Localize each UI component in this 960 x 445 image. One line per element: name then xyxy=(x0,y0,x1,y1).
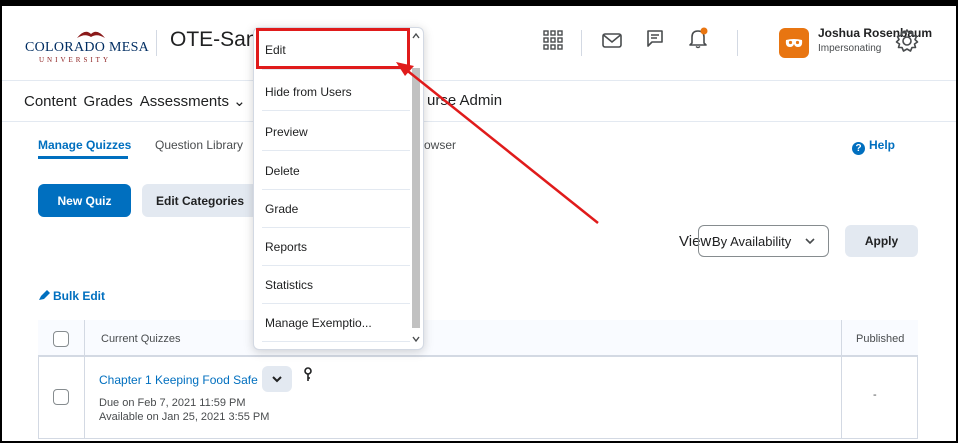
help-icon: ? xyxy=(852,142,865,155)
column-header-current-quizzes[interactable]: Current Quizzes xyxy=(101,333,180,345)
logo-mark-icon xyxy=(77,31,105,38)
edit-highlight-box xyxy=(256,28,410,69)
header-divider xyxy=(581,30,582,56)
quiz-context-menu: Edit Hide from Users Preview Delete Grad… xyxy=(253,27,424,350)
impersonation-mask-icon xyxy=(785,39,803,47)
view-select[interactable]: By Availability xyxy=(698,225,829,257)
bulk-edit-icon xyxy=(39,290,50,300)
view-select-value: By Availability xyxy=(712,233,792,249)
grid-icon[interactable] xyxy=(542,29,564,51)
chevron-down-icon xyxy=(805,238,815,245)
tab-browser[interactable]: owser xyxy=(424,138,456,152)
chat-icon[interactable] xyxy=(643,28,665,50)
logo[interactable]: COLORADO MESA UNIVERSITY xyxy=(25,28,150,68)
menu-item-preview[interactable]: Preview xyxy=(262,113,410,151)
quiz-available-date: Available on Jan 25, 2021 3:55 PM xyxy=(99,411,270,423)
header-divider xyxy=(156,30,157,56)
quiz-due-date: Due on Feb 7, 2021 11:59 PM xyxy=(99,397,246,409)
quiz-title-link[interactable]: Chapter 1 Keeping Food Safe xyxy=(99,373,258,387)
help-link[interactable]: ? Help xyxy=(852,138,895,155)
nav-item-course-admin[interactable]: urse Admin xyxy=(427,92,502,109)
apply-button[interactable]: Apply xyxy=(845,225,918,257)
new-quiz-button[interactable]: New Quiz xyxy=(38,184,131,217)
table-column-divider xyxy=(841,320,842,439)
menu-item-manage-exemptions[interactable]: Manage Exemptio... xyxy=(262,304,410,342)
nav-item-assessments[interactable]: Assessments ⌄ xyxy=(140,93,246,110)
scroll-up-icon[interactable] xyxy=(411,32,421,40)
active-tab-indicator xyxy=(38,156,128,159)
course-navbar: Content Grades Assessments ⌄ xyxy=(24,92,253,110)
menu-item-reports[interactable]: Reports xyxy=(262,228,410,266)
bulk-edit-link[interactable]: Bulk Edit xyxy=(39,289,106,303)
table-row-divider xyxy=(38,356,918,357)
logo-subtitle: UNIVERSITY xyxy=(39,56,111,64)
menu-item-grade[interactable]: Grade xyxy=(262,190,410,228)
quiz-actions-menu-button[interactable] xyxy=(262,366,292,392)
chevron-down-icon xyxy=(272,376,282,383)
table-column-divider xyxy=(84,320,85,439)
gear-icon[interactable] xyxy=(894,28,920,54)
user-role: Impersonating xyxy=(818,43,882,54)
column-header-published[interactable]: Published xyxy=(856,333,904,345)
menu-item-delete[interactable]: Delete xyxy=(262,152,410,190)
menu-scrollbar-thumb[interactable] xyxy=(412,68,420,328)
row-checkbox[interactable] xyxy=(53,389,69,405)
nav-divider-line xyxy=(2,121,956,122)
menu-item-hide-from-users[interactable]: Hide from Users xyxy=(262,73,410,111)
mail-icon[interactable] xyxy=(601,29,623,51)
select-all-checkbox[interactable] xyxy=(53,331,69,347)
logo-wordmark: COLORADO MESA xyxy=(25,40,150,55)
bulk-edit-label: Bulk Edit xyxy=(53,289,106,303)
menu-item-statistics[interactable]: Statistics xyxy=(262,266,410,304)
nav-item-grades[interactable]: Grades xyxy=(84,93,133,110)
help-label: Help xyxy=(869,138,896,152)
header-divider-line xyxy=(2,80,956,81)
avatar[interactable] xyxy=(779,28,809,58)
header-divider xyxy=(737,30,738,56)
bell-icon[interactable] xyxy=(687,27,709,49)
quiz-published-status: - xyxy=(873,389,877,401)
nav-item-content[interactable]: Content xyxy=(24,93,77,110)
key-icon xyxy=(304,367,312,381)
tab-manage-quizzes[interactable]: Manage Quizzes xyxy=(38,138,131,152)
scroll-down-icon[interactable] xyxy=(411,335,421,343)
tab-question-library[interactable]: Question Library xyxy=(155,138,243,152)
edit-categories-button[interactable]: Edit Categories xyxy=(142,184,258,217)
